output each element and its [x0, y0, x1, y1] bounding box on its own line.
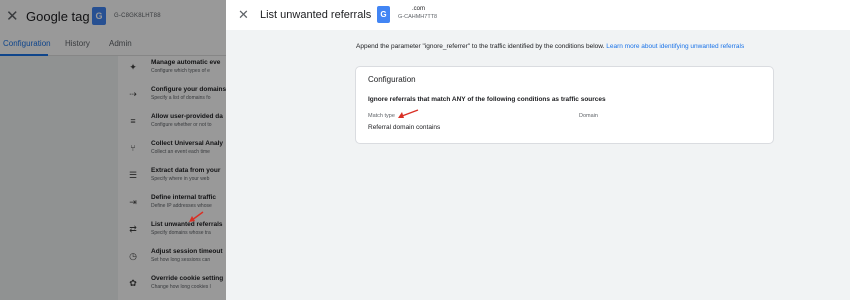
annotation-arrow-icon	[398, 109, 419, 118]
configuration-card: Configuration Ignore referrals that matc…	[355, 66, 774, 144]
learn-more-link[interactable]: Learn more about identifying unwanted re…	[606, 43, 744, 50]
modal-scrim[interactable]	[0, 0, 226, 300]
intro-text: Append the parameter "ignore_referrer" t…	[356, 43, 744, 50]
match-type-value: Referral domain contains	[368, 124, 441, 131]
panel-title: List unwanted referrals	[260, 9, 372, 21]
panel-header: ✕ List unwanted referrals G .com G-CAHMH…	[226, 0, 850, 30]
site-domain: .com	[412, 6, 426, 12]
annotation-arrow-icon	[189, 211, 204, 222]
tag-id: G-CAHMH7TT8	[398, 14, 438, 20]
card-title: Configuration	[368, 75, 416, 84]
intro-sentence: Append the parameter "ignore_referrer" t…	[356, 43, 605, 50]
match-type-header: Match type	[368, 113, 395, 119]
close-icon[interactable]: ✕	[238, 8, 249, 21]
google-tag-logo-icon: G	[377, 6, 390, 23]
card-description: Ignore referrals that match ANY of the f…	[368, 96, 606, 103]
side-panel: ✕ List unwanted referrals G .com G-CAHMH…	[226, 0, 850, 300]
domain-header: Domain	[579, 113, 598, 119]
